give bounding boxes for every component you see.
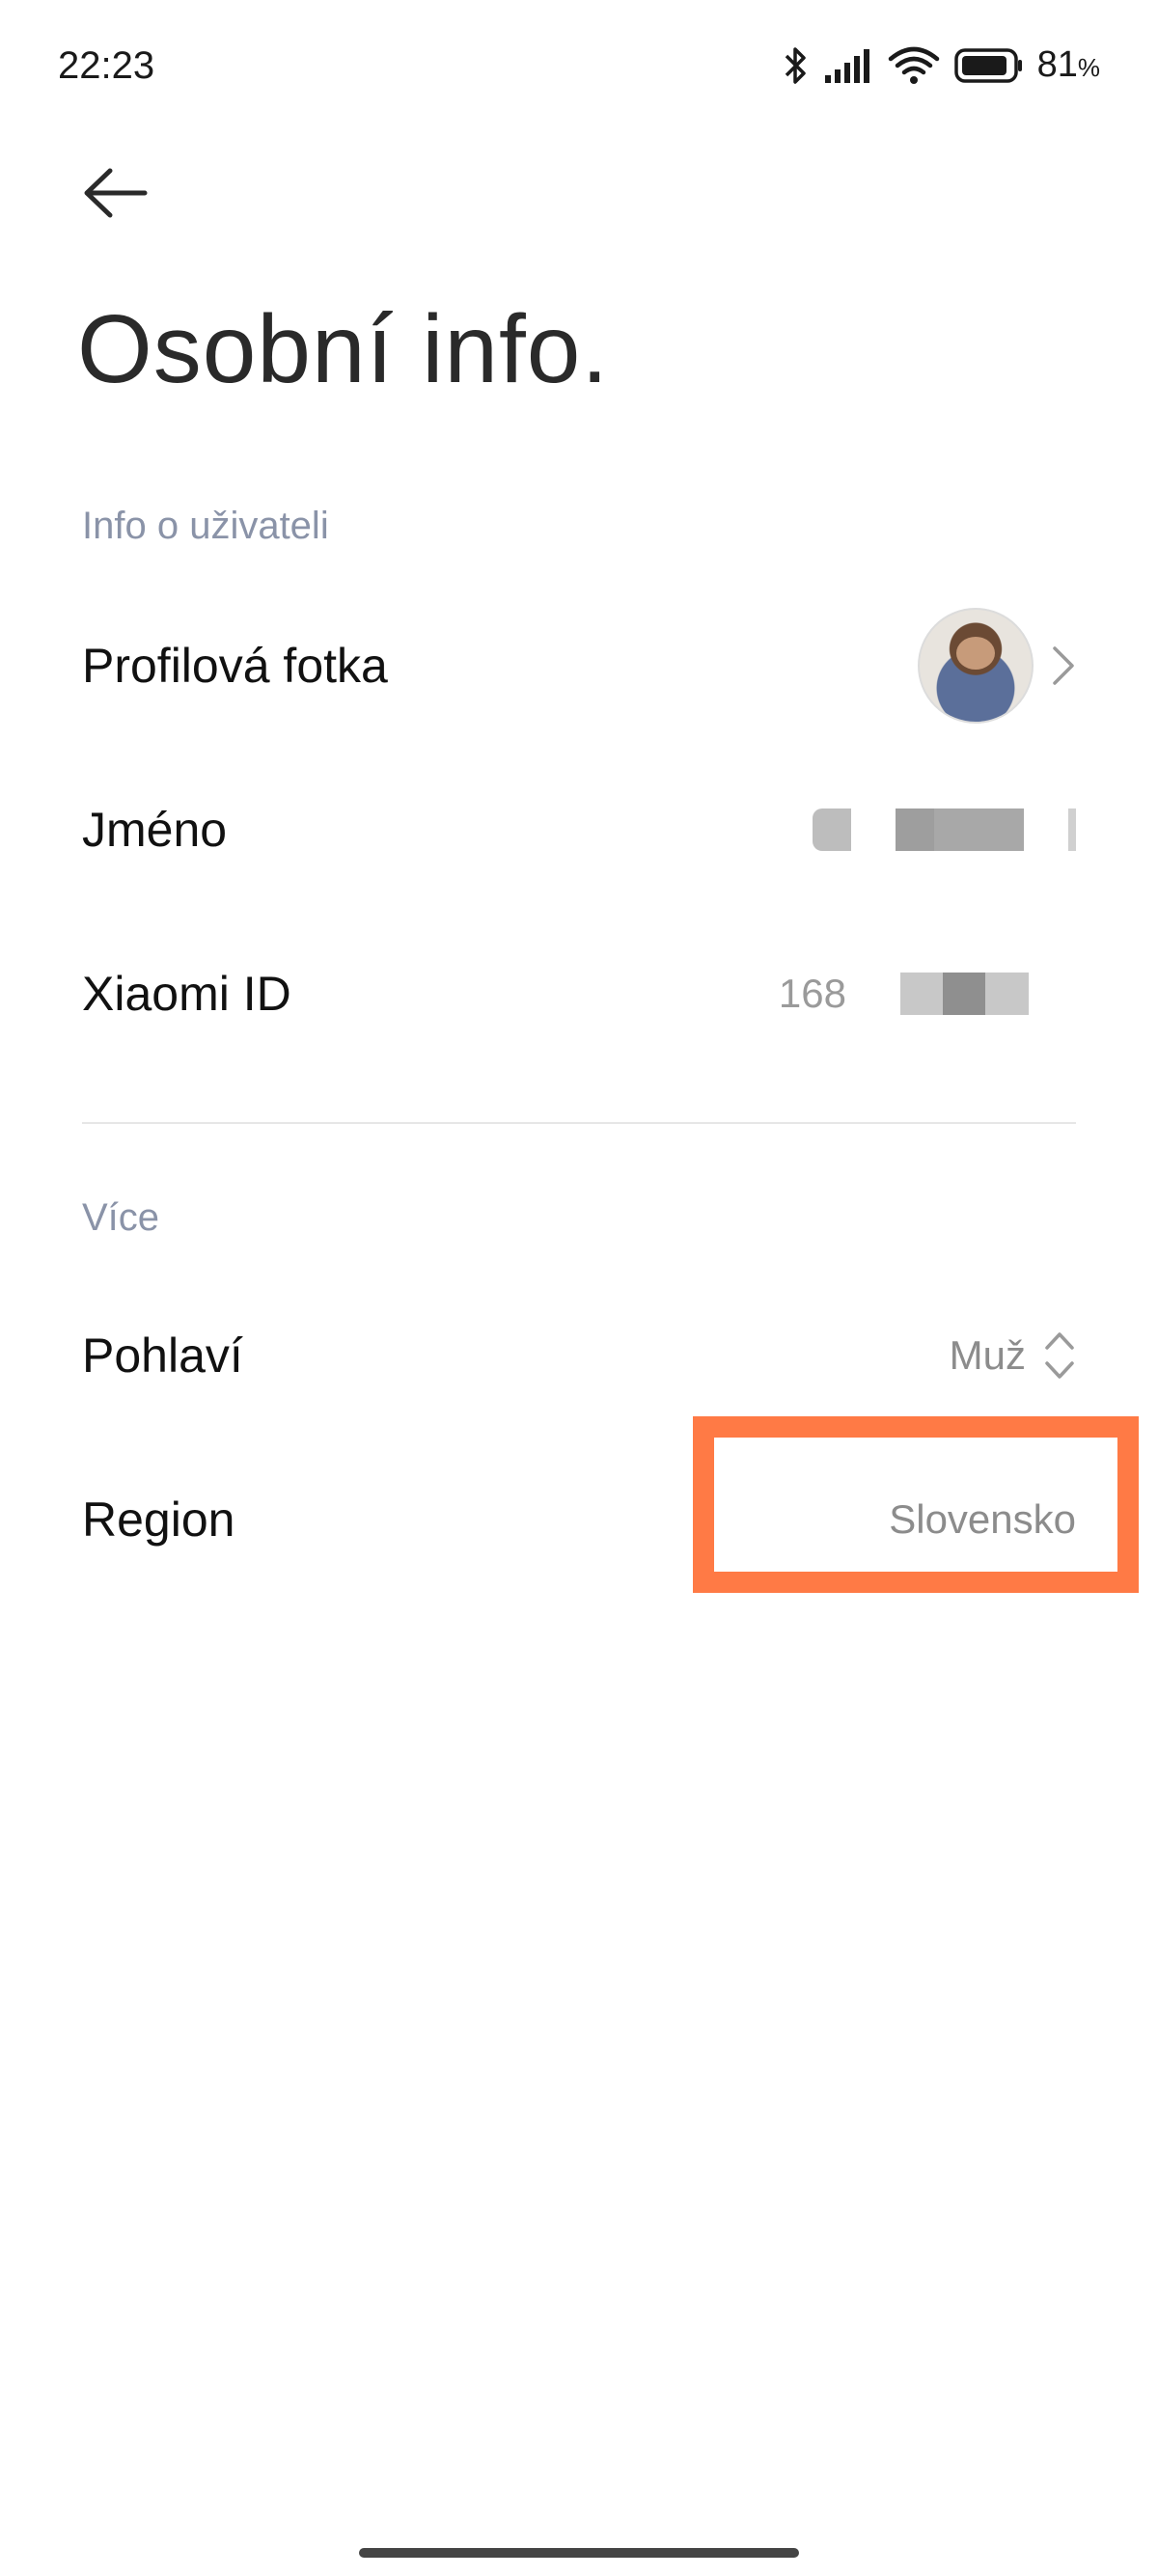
row-label-gender: Pohlaví — [82, 1329, 243, 1383]
row-right-gender: Muž — [950, 1329, 1076, 1383]
battery-percent: 81% — [1037, 44, 1100, 86]
row-gender[interactable]: Pohlaví Muž — [0, 1274, 1158, 1438]
redacted-block — [896, 808, 1024, 851]
back-button[interactable] — [77, 159, 154, 227]
section-label-user-info: Info o uživateli — [82, 505, 329, 547]
battery-value: 81 — [1036, 44, 1078, 85]
arrow-left-icon — [84, 168, 148, 218]
page-title: Osobní info. — [77, 295, 610, 403]
xiaomi-id-value: 168 — [778, 971, 846, 1016]
status-icons: 81% — [783, 44, 1100, 86]
redacted-block — [1068, 808, 1076, 851]
row-right-name — [813, 808, 1076, 851]
chevron-right-icon — [1053, 646, 1074, 685]
signal-icon — [823, 46, 873, 85]
gender-value: Muž — [949, 1332, 1026, 1378]
row-right-profile-photo — [918, 608, 1076, 724]
row-label-profile-photo: Profilová fotka — [82, 639, 388, 693]
section-label-more: Více — [82, 1196, 160, 1239]
row-xiaomi-id[interactable]: Xiaomi ID 168 — [0, 912, 1158, 1076]
redacted-block — [813, 808, 851, 851]
row-label-name: Jméno — [82, 803, 228, 857]
status-time: 22:23 — [58, 44, 155, 87]
wifi-icon — [887, 45, 941, 86]
battery-icon — [953, 47, 1024, 84]
battery-unit: % — [1077, 53, 1100, 82]
avatar — [918, 608, 1034, 724]
redacted-block — [900, 973, 1029, 1015]
bluetooth-icon — [783, 45, 810, 86]
row-right-xiaomi-id: 168 — [779, 971, 1029, 1017]
section-divider — [82, 1122, 1076, 1124]
highlight-box — [693, 1416, 1139, 1593]
row-label-region: Region — [82, 1493, 235, 1547]
row-profile-photo[interactable]: Profilová fotka — [0, 584, 1158, 748]
sort-updown-icon — [1045, 1332, 1074, 1379]
row-name[interactable]: Jméno — [0, 748, 1158, 912]
row-label-xiaomi-id: Xiaomi ID — [82, 967, 291, 1021]
status-bar: 22:23 81% — [0, 0, 1158, 135]
home-indicator[interactable] — [359, 2548, 799, 2558]
